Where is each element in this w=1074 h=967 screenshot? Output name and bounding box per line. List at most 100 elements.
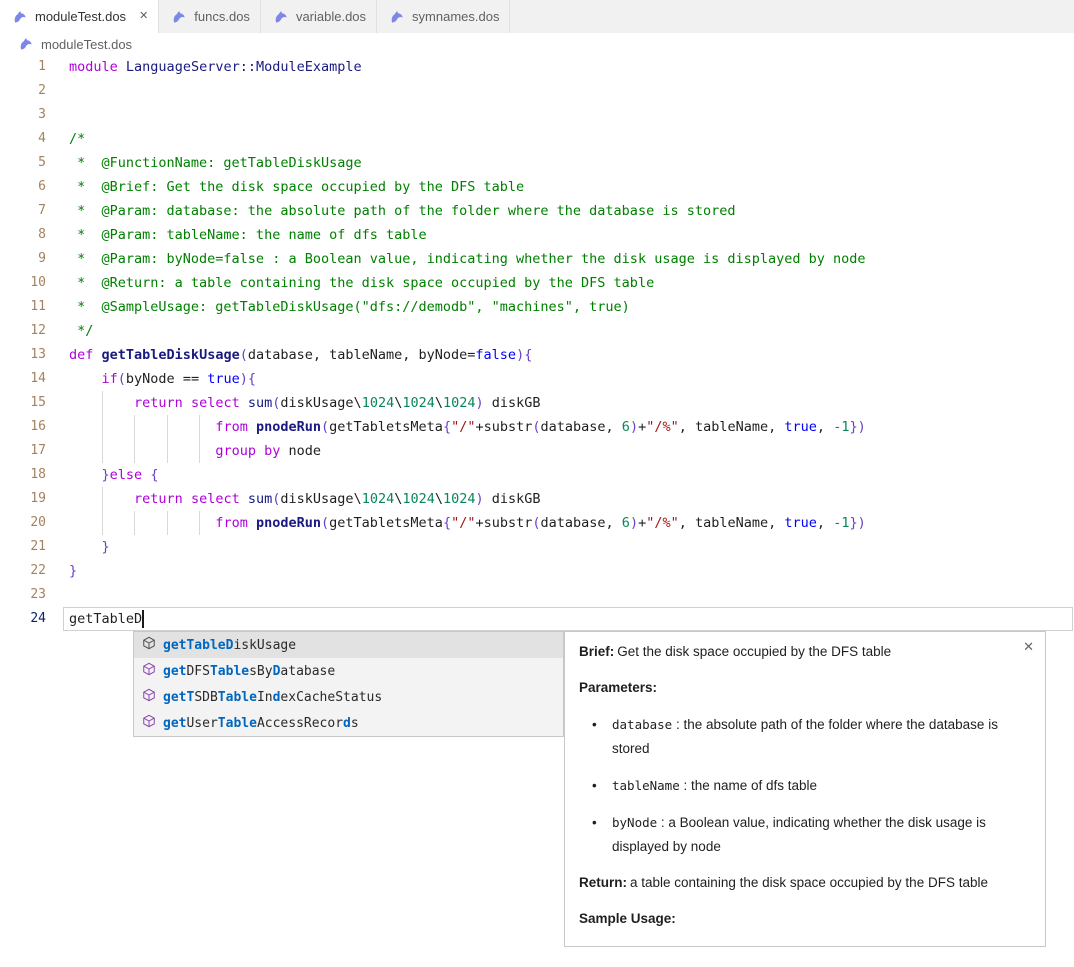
dolphindb-file-icon <box>171 9 187 25</box>
code-line-12[interactable]: 12 */ <box>0 319 1074 343</box>
dolphindb-file-icon <box>18 36 34 52</box>
code-line-1[interactable]: 1 module LanguageServer::ModuleExample <box>0 55 1074 79</box>
line-number: 17 <box>0 439 46 463</box>
tab-label: funcs.dos <box>194 9 250 24</box>
line-number: 24 <box>0 607 46 631</box>
code-line-18[interactable]: 18 }else { <box>0 463 1074 487</box>
code-line-11[interactable]: 11 * @SampleUsage: getTableDiskUsage("df… <box>0 295 1074 319</box>
code-text: return select sum(diskUsage\1024\1024\10… <box>69 487 541 511</box>
line-number: 21 <box>0 535 46 559</box>
docs-brief-label: Brief: <box>579 644 614 659</box>
tab-variable-dos[interactable]: variable.dos <box>261 0 377 33</box>
breadcrumb-filename: moduleTest.dos <box>41 37 132 52</box>
code-text: } <box>69 559 77 583</box>
code-line-6[interactable]: 6 * @Brief: Get the disk space occupied … <box>0 175 1074 199</box>
module-cube-icon <box>142 688 156 706</box>
suggestion-label: getDFSTablesByDatabase <box>163 664 335 679</box>
line-number: 22 <box>0 559 46 583</box>
code-line-17[interactable]: 17 group by node <box>0 439 1074 463</box>
tab-label: variable.dos <box>296 9 366 24</box>
editor-window: moduleTest.dos✕funcs.dosvariable.dossymn… <box>0 0 1074 967</box>
code-text: group by node <box>69 439 321 463</box>
line-number: 15 <box>0 391 46 415</box>
code-text: * @Param: byNode=false : a Boolean value… <box>69 247 866 271</box>
module-cube-icon <box>142 714 156 732</box>
dolphindb-file-icon <box>273 9 289 25</box>
line-number: 9 <box>0 247 46 271</box>
docs-return: Return:a table containing the disk space… <box>579 872 1031 893</box>
code-text: */ <box>69 319 93 343</box>
code-line-2[interactable]: 2 <box>0 79 1074 103</box>
code-line-16[interactable]: 16 from pnodeRun(getTabletsMeta{"/"+subs… <box>0 415 1074 439</box>
line-number: 10 <box>0 271 46 295</box>
suggestion-getTableDiskUsage[interactable]: getTableDiskUsage <box>134 632 563 658</box>
suggestion-getDFSTablesByDatabase[interactable]: getDFSTablesByDatabase <box>134 658 563 684</box>
code-text: * @SampleUsage: getTableDiskUsage("dfs:/… <box>69 295 630 319</box>
code-text: /* <box>69 127 85 151</box>
dolphindb-file-icon <box>12 9 28 25</box>
line-number: 12 <box>0 319 46 343</box>
code-line-19[interactable]: 19 return select sum(diskUsage\1024\1024… <box>0 487 1074 511</box>
code-line-9[interactable]: 9 * @Param: byNode=false : a Boolean val… <box>0 247 1074 271</box>
code-line-23[interactable]: 23 <box>0 583 1074 607</box>
line-number: 20 <box>0 511 46 535</box>
code-line-14[interactable]: 14 if(byNode == true){ <box>0 367 1074 391</box>
bullet-icon: • <box>592 774 597 798</box>
docs-parameter-list: •database : the absolute path of the fol… <box>579 713 1031 859</box>
line-number: 1 <box>0 55 46 79</box>
dolphindb-file-icon <box>389 9 405 25</box>
suggestion-label: getUserTableAccessRecords <box>163 716 359 731</box>
module-cube-icon <box>142 662 156 680</box>
code-text: def getTableDiskUsage(database, tableNam… <box>69 343 532 367</box>
module-cube-icon <box>142 636 156 654</box>
code-line-10[interactable]: 10 * @Return: a table containing the dis… <box>0 271 1074 295</box>
tab-close-icon[interactable]: ✕ <box>139 11 148 22</box>
line-number: 5 <box>0 151 46 175</box>
line-number: 19 <box>0 487 46 511</box>
code-line-5[interactable]: 5 * @FunctionName: getTableDiskUsage <box>0 151 1074 175</box>
tab-moduleTest-dos[interactable]: moduleTest.dos✕ <box>0 0 159 33</box>
tab-symnames-dos[interactable]: symnames.dos <box>377 0 510 33</box>
code-text: return select sum(diskUsage\1024\1024\10… <box>69 391 541 415</box>
code-text: if(byNode == true){ <box>69 367 256 391</box>
autocomplete-list: getTableDiskUsage getDFSTablesByDatabase g… <box>133 631 564 737</box>
line-number: 16 <box>0 415 46 439</box>
code-line-15[interactable]: 15 return select sum(diskUsage\1024\1024… <box>0 391 1074 415</box>
tab-bar: moduleTest.dos✕ funcs.dos variable.dos symn… <box>0 0 1074 33</box>
docs-parameters-heading: Parameters: <box>579 677 1031 698</box>
suggestion-getTSDBTableIndexCacheStatus[interactable]: getTSDBTableIndexCacheStatus <box>134 684 563 710</box>
code-text: * @Brief: Get the disk space occupied by… <box>69 175 524 199</box>
line-number: 3 <box>0 103 46 127</box>
tab-funcs-dos[interactable]: funcs.dos <box>159 0 261 33</box>
autocomplete-docs-panel: ✕ Brief:Get the disk space occupied by t… <box>564 631 1046 947</box>
breadcrumb[interactable]: moduleTest.dos <box>0 33 1074 55</box>
code-text: * @Param: tableName: the name of dfs tab… <box>69 223 427 247</box>
code-line-20[interactable]: 20 from pnodeRun(getTabletsMeta{"/"+subs… <box>0 511 1074 535</box>
sample-usage-code: getTableDiskUsage("dfs://demodb", "machi… <box>579 944 1031 947</box>
line-number: 11 <box>0 295 46 319</box>
code-line-7[interactable]: 7 * @Param: database: the absolute path … <box>0 199 1074 223</box>
code-line-21[interactable]: 21 } <box>0 535 1074 559</box>
tab-label: symnames.dos <box>412 9 499 24</box>
code-text: }else { <box>69 463 158 487</box>
code-line-3[interactable]: 3 <box>0 103 1074 127</box>
code-line-22[interactable]: 22} <box>0 559 1074 583</box>
code-line-13[interactable]: 13 def getTableDiskUsage(database, tableN… <box>0 343 1074 367</box>
param-item: •byNode : a Boolean value, indicating wh… <box>579 811 1031 859</box>
code-text: from pnodeRun(getTabletsMeta{"/"+substr(… <box>69 415 866 439</box>
line-number: 13 <box>0 343 46 367</box>
suggestion-getUserTableAccessRecords[interactable]: getUserTableAccessRecords <box>134 710 563 736</box>
line-number: 14 <box>0 367 46 391</box>
close-icon[interactable]: ✕ <box>1023 639 1034 655</box>
code-line-4[interactable]: 4/* <box>0 127 1074 151</box>
code-text: module LanguageServer::ModuleExample <box>69 55 362 79</box>
docs-brief-text: Get the disk space occupied by the DFS t… <box>617 644 891 659</box>
line-number: 6 <box>0 175 46 199</box>
code-line-8[interactable]: 8 * @Param: tableName: the name of dfs t… <box>0 223 1074 247</box>
code-line-24[interactable]: 24getTableD <box>0 607 1074 631</box>
code-text: * @FunctionName: getTableDiskUsage <box>69 151 362 175</box>
docs-return-text: a table containing the disk space occupi… <box>630 875 988 890</box>
docs-return-label: Return: <box>579 875 627 890</box>
code-text: * @Return: a table containing the disk s… <box>69 271 654 295</box>
code-text: * @Param: database: the absolute path of… <box>69 199 735 223</box>
